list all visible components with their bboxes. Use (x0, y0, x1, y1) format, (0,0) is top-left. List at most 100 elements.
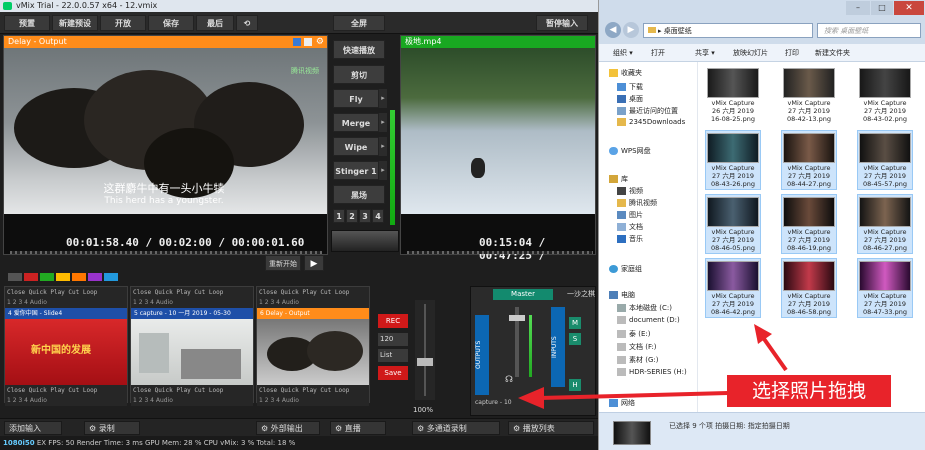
gear-icon[interactable]: ⚙ (89, 424, 99, 433)
nav-library[interactable]: 库 (609, 174, 628, 184)
black-button[interactable]: 黑场 (333, 185, 385, 204)
nav-videos[interactable]: 视频 (617, 186, 643, 196)
color-tab-purple[interactable] (88, 273, 102, 281)
source-controls[interactable]: Close Quick Play Cut Loop (257, 287, 369, 298)
fader-slider[interactable] (415, 300, 435, 400)
color-tab-red[interactable] (24, 273, 38, 281)
refresh-icon[interactable]: ⟲ (236, 15, 258, 31)
nav-2345downloads[interactable]: 2345Downloads (617, 118, 685, 126)
restart-button[interactable]: 重新开始 (265, 255, 301, 271)
file-tile-2[interactable]: vMix Capture 27 六月 2019 08-42-13.png (781, 66, 837, 126)
file-tile-10[interactable]: vMix Capture 27 六月 2019 08-46-42.png (705, 258, 761, 318)
save-rec-button[interactable]: Save (378, 366, 408, 380)
color-tab-green[interactable] (40, 273, 54, 281)
color-tab-yellow[interactable] (56, 273, 70, 281)
search-input[interactable]: 搜索 桌面壁纸 (817, 23, 921, 38)
color-tab-blue[interactable] (104, 273, 118, 281)
recent-button[interactable]: 最后 (196, 15, 234, 31)
color-tab-orange[interactable] (72, 273, 86, 281)
merge-dropdown-icon[interactable]: ▸ (379, 113, 387, 132)
new-folder-button[interactable]: 新建文件夹 (815, 48, 850, 58)
slideshow-button[interactable]: 放映幻灯片 (733, 48, 768, 58)
nav-wps[interactable]: WPS网盘 (609, 146, 651, 156)
source-number-buttons-bottom[interactable]: 1 2 3 4 Audio (131, 396, 253, 406)
gear-icon[interactable]: ⚙ (335, 424, 345, 433)
print-button[interactable]: 打印 (785, 48, 799, 58)
page-3-button[interactable]: 3 (359, 209, 371, 223)
file-tile-3[interactable]: vMix Capture 27 六月 2019 08-43-02.png (857, 66, 913, 126)
source-controls-bottom[interactable]: Close Quick Play Cut Loop (131, 385, 253, 396)
file-tile-5[interactable]: vMix Capture 27 六月 2019 08-44-27.png (781, 130, 837, 190)
screenshot-icon[interactable] (293, 38, 301, 46)
preset-button[interactable]: 预置 (4, 15, 50, 31)
program-seekbar[interactable] (407, 251, 593, 254)
rec-button[interactable]: REC (378, 314, 408, 328)
file-tile-7[interactable]: vMix Capture 27 六月 2019 08-46-05.png (705, 194, 761, 254)
gear-icon[interactable]: ⚙ (261, 424, 271, 433)
multicorder-button[interactable]: ⚙ 多通道录制 (412, 421, 500, 435)
source-controls[interactable]: Close Quick Play Cut Loop (131, 287, 253, 298)
nav-recent[interactable]: 最近访问的位置 (617, 106, 678, 116)
file-tile-6[interactable]: vMix Capture 27 六月 2019 08-45-57.png (857, 130, 913, 190)
fly-dropdown-icon[interactable]: ▸ (379, 89, 387, 108)
gear-icon[interactable]: ⚙ (513, 424, 523, 433)
organize-menu[interactable]: 组织 ▾ (613, 48, 633, 58)
source-number-buttons[interactable]: 1 2 3 4 Audio (257, 298, 369, 308)
page-1-button[interactable]: 1 (333, 209, 345, 223)
nav-pictures[interactable]: 图片 (617, 210, 643, 220)
file-tile-4[interactable]: vMix Capture 27 六月 2019 08-43-26.png (705, 130, 761, 190)
file-tile-1[interactable]: vMix Capture 26 六月 2019 16-08-25.png (705, 66, 761, 126)
source-input-5[interactable]: Close Quick Play Cut Loop 1 2 3 4 Audio … (130, 286, 254, 406)
nav-music[interactable]: 音乐 (617, 234, 643, 244)
file-tile-12[interactable]: vMix Capture 27 六月 2019 08-47-33.png (857, 258, 913, 318)
page-4-button[interactable]: 4 (372, 209, 384, 223)
stinger-dropdown-icon[interactable]: ▸ (379, 161, 387, 180)
back-icon[interactable]: ◀ (605, 22, 621, 38)
source-input-6[interactable]: Close Quick Play Cut Loop 1 2 3 4 Audio … (256, 286, 370, 406)
nav-documents[interactable]: 文档 (617, 222, 643, 232)
open-button[interactable]: 开放 (100, 15, 146, 31)
gear-icon[interactable]: ⚙ (417, 424, 427, 433)
nav-homegroup[interactable]: 家庭组 (609, 264, 642, 274)
preview-monitor[interactable]: Delay - Output ⚙ 腾讯视频 这群麝牛中有一头小牛犊 This h… (3, 35, 328, 255)
maximize-icon[interactable]: □ (871, 1, 893, 15)
fly-button[interactable]: Fly (333, 89, 379, 108)
save-button[interactable]: 保存 (148, 15, 194, 31)
gear-icon[interactable]: ⚙ (316, 36, 324, 48)
source-controls-bottom[interactable]: Close Quick Play Cut Loop (257, 385, 369, 396)
close-icon[interactable]: ✕ (894, 1, 924, 15)
nav-tencent-video[interactable]: 腾讯视频 (617, 198, 657, 208)
snapshot-icon[interactable] (304, 38, 312, 46)
nav-drive-d[interactable]: document (D:) (617, 316, 680, 324)
preview-seekbar[interactable] (10, 251, 322, 254)
record-button[interactable]: ⚙ 录制 (84, 421, 140, 435)
nav-downloads[interactable]: 下载 (617, 82, 643, 92)
breadcrumb[interactable]: ▸ 桌面壁纸 (658, 27, 692, 35)
playlist-button[interactable]: ⚙ 播放列表 (508, 421, 594, 435)
source-input-4[interactable]: Close Quick Play Cut Loop 1 2 3 4 Audio … (4, 286, 128, 406)
external-output-button[interactable]: ⚙ 外部输出 (256, 421, 320, 435)
wipe-dropdown-icon[interactable]: ▸ (379, 137, 387, 156)
add-input-button[interactable]: 添加输入 (4, 421, 62, 435)
page-2-button[interactable]: 2 (346, 209, 358, 223)
source-controls[interactable]: Close Quick Play Cut Loop (5, 287, 127, 298)
nav-desktop[interactable]: 桌面 (617, 94, 643, 104)
play-icon[interactable]: ▶ (304, 255, 324, 271)
nav-computer[interactable]: 电脑 (609, 290, 635, 300)
new-preset-button[interactable]: 新建预设 (52, 15, 98, 31)
program-monitor[interactable]: 极地.mp4 00:15:04 / 00:47:25 / (400, 35, 596, 262)
forward-icon[interactable]: ▶ (623, 22, 639, 38)
minimize-icon[interactable]: – (846, 1, 870, 15)
source-number-buttons[interactable]: 1 2 3 4 Audio (5, 298, 127, 308)
share-menu[interactable]: 共享 ▾ (695, 48, 715, 58)
merge-button[interactable]: Merge (333, 113, 379, 132)
source-number-buttons-bottom[interactable]: 1 2 3 4 Audio (257, 396, 369, 406)
file-tile-8[interactable]: vMix Capture 27 六月 2019 08-46-19.png (781, 194, 837, 254)
list-select[interactable]: List (378, 349, 408, 362)
wipe-button[interactable]: Wipe (333, 137, 379, 156)
open-menu[interactable]: 打开 (651, 48, 665, 58)
quality-select[interactable]: 120 (378, 333, 408, 346)
pause-input-button[interactable]: 暂停输入 (536, 15, 588, 31)
color-tab-gray[interactable] (8, 273, 22, 281)
nav-favorites[interactable]: 收藏夹 (609, 68, 642, 78)
